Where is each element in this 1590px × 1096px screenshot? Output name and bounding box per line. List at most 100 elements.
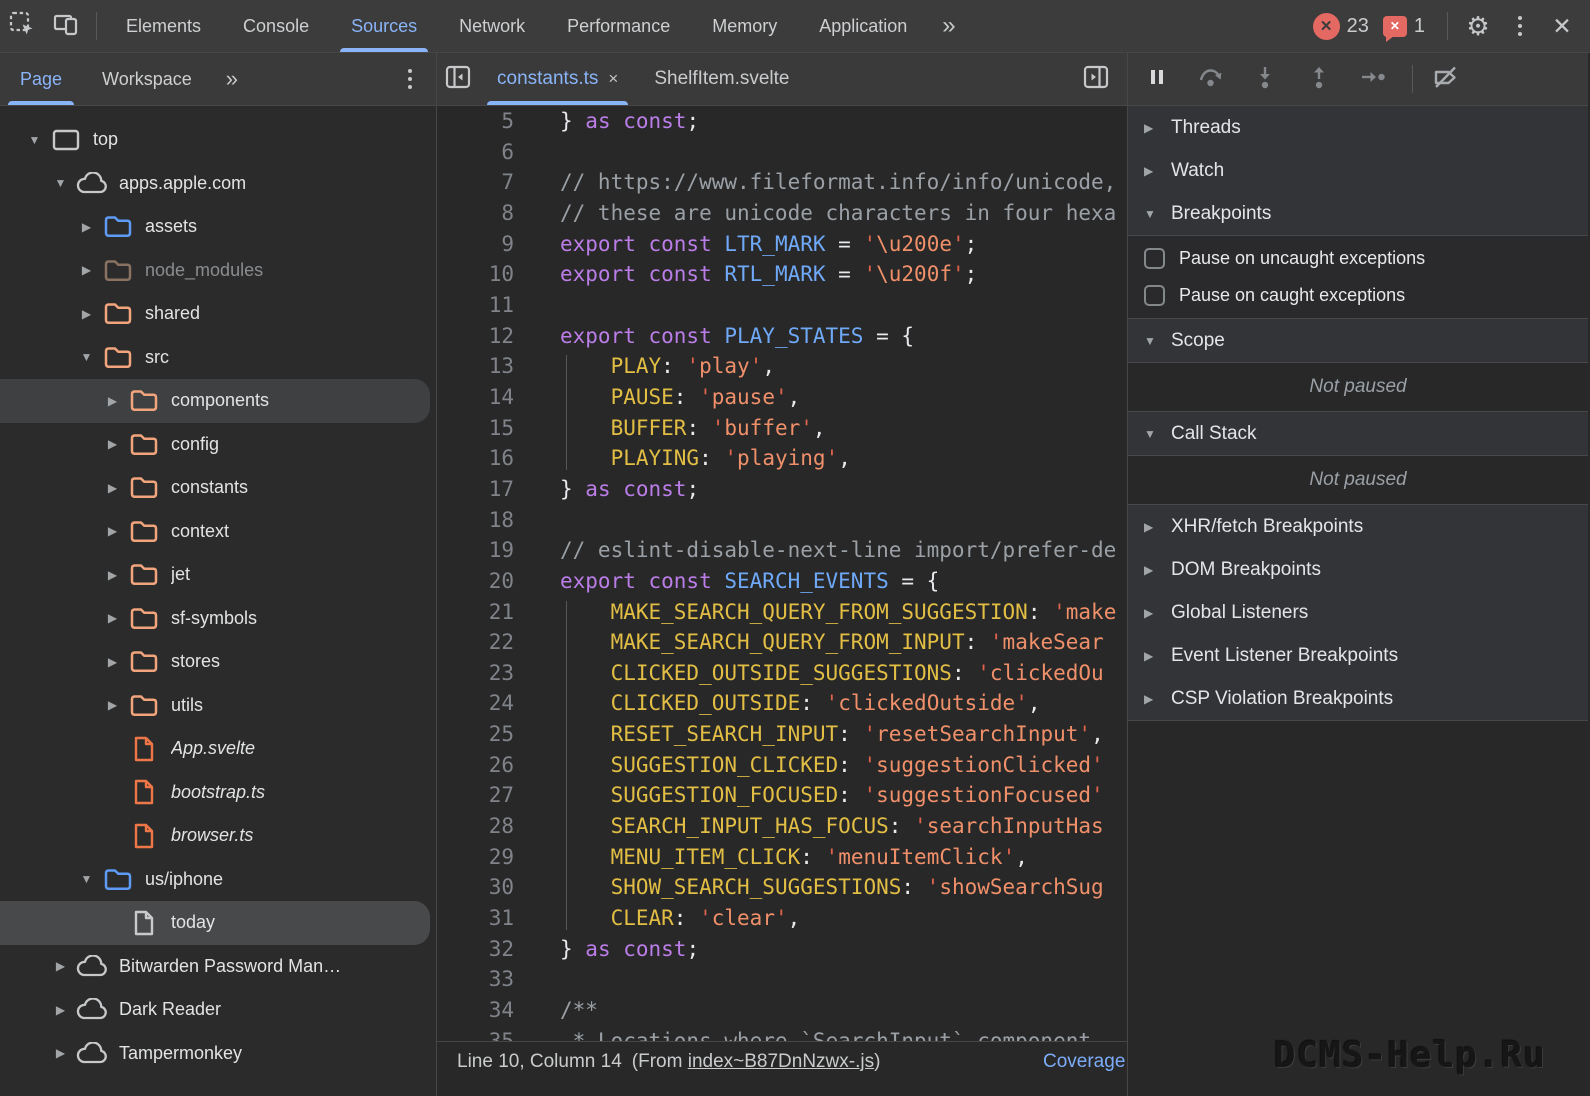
tree-caret-expanded-icon[interactable]: ▼: [74, 350, 99, 364]
navigator-tab-workspace[interactable]: Workspace: [82, 53, 212, 105]
toggle-debugger-button[interactable]: [1075, 53, 1117, 105]
line-number[interactable]: 24: [437, 688, 530, 719]
tree-caret-collapsed-icon[interactable]: ▶: [100, 437, 125, 451]
line-number[interactable]: 21: [437, 597, 530, 628]
tree-item-config[interactable]: ▶config: [0, 423, 436, 467]
tree-item-top[interactable]: ▼top: [0, 118, 436, 162]
editor-tab-constants-ts[interactable]: constants.ts×: [479, 53, 636, 105]
step-button[interactable]: [1358, 64, 1388, 94]
line-number[interactable]: 30: [437, 872, 530, 903]
tree-item-sf-symbols[interactable]: ▶sf-symbols: [0, 597, 436, 641]
step-into-button[interactable]: [1250, 64, 1280, 94]
more-panels-chevron[interactable]: »: [928, 12, 969, 40]
editor-tab-shelfitem-svelte[interactable]: ShelfItem.svelte: [636, 53, 807, 105]
tree-caret-expanded-icon[interactable]: ▼: [22, 133, 47, 147]
line-number[interactable]: 12: [437, 321, 530, 352]
line-number[interactable]: 10: [437, 259, 530, 290]
error-count[interactable]: 23: [1347, 15, 1369, 38]
section-caret-collapsed-icon[interactable]: ▶: [1144, 563, 1171, 577]
line-number[interactable]: 15: [437, 413, 530, 444]
close-tab-icon[interactable]: ×: [608, 69, 618, 89]
line-number[interactable]: 26: [437, 750, 530, 781]
debugger-section-watch[interactable]: ▶Watch: [1128, 149, 1588, 192]
checkbox-box[interactable]: [1144, 285, 1165, 306]
debugger-section-event-listener-breakpoints[interactable]: ▶Event Listener Breakpoints: [1128, 634, 1588, 677]
line-number[interactable]: 19: [437, 535, 530, 566]
line-number[interactable]: 23: [437, 658, 530, 689]
section-caret-expanded-icon[interactable]: ▼: [1144, 334, 1171, 348]
line-number[interactable]: 27: [437, 780, 530, 811]
line-number[interactable]: 33: [437, 964, 530, 995]
tree-item-stores[interactable]: ▶stores: [0, 640, 436, 684]
line-number[interactable]: 5: [437, 106, 530, 137]
tree-item-bitwarden-password-man[interactable]: ▶Bitwarden Password Man…: [0, 945, 436, 989]
line-number[interactable]: 13: [437, 351, 530, 382]
tree-item-bootstrap-ts[interactable]: bootstrap.ts: [0, 771, 436, 815]
coverage-link[interactable]: Coverage: [1043, 1051, 1127, 1073]
device-toolbar-button[interactable]: [44, 0, 88, 52]
inspect-element-button[interactable]: [0, 0, 44, 52]
section-caret-collapsed-icon[interactable]: ▶: [1144, 692, 1171, 706]
line-number[interactable]: 6: [437, 137, 530, 168]
tree-caret-collapsed-icon[interactable]: ▶: [100, 611, 125, 625]
line-number[interactable]: 11: [437, 290, 530, 321]
issue-count[interactable]: 1: [1414, 15, 1425, 38]
tree-caret-collapsed-icon[interactable]: ▶: [100, 655, 125, 669]
tree-caret-collapsed-icon[interactable]: ▶: [100, 481, 125, 495]
tree-item-utils[interactable]: ▶utils: [0, 684, 436, 728]
panel-tab-application[interactable]: Application: [798, 0, 928, 52]
line-number[interactable]: 20: [437, 566, 530, 597]
devtools-menu-button[interactable]: [1500, 0, 1540, 52]
panel-tab-performance[interactable]: Performance: [546, 0, 691, 52]
line-number[interactable]: 25: [437, 719, 530, 750]
debugger-section-xhr-fetch-breakpoints[interactable]: ▶XHR/fetch Breakpoints: [1128, 505, 1588, 548]
line-number[interactable]: 35: [437, 1026, 530, 1041]
debugger-section-threads[interactable]: ▶Threads: [1128, 106, 1588, 149]
tree-caret-collapsed-icon[interactable]: ▶: [74, 220, 99, 234]
line-number[interactable]: 34: [437, 995, 530, 1026]
debugger-section-breakpoints[interactable]: ▼Breakpoints: [1128, 192, 1588, 235]
tree-item-tampermonkey[interactable]: ▶Tampermonkey: [0, 1032, 436, 1076]
section-caret-collapsed-icon[interactable]: ▶: [1144, 121, 1171, 135]
tree-item-app-svelte[interactable]: App.svelte: [0, 727, 436, 771]
tree-caret-collapsed-icon[interactable]: ▶: [48, 1003, 73, 1017]
toggle-navigator-button[interactable]: [437, 53, 479, 105]
panel-tab-elements[interactable]: Elements: [105, 0, 222, 52]
tree-caret-collapsed-icon[interactable]: ▶: [74, 307, 99, 321]
tree-caret-expanded-icon[interactable]: ▼: [74, 872, 99, 886]
tree-item-shared[interactable]: ▶shared: [0, 292, 436, 336]
line-number[interactable]: 9: [437, 229, 530, 260]
tree-item-apps-apple-com[interactable]: ▼apps.apple.com: [0, 162, 436, 206]
navigator-more-tabs-chevron[interactable]: »: [212, 66, 252, 92]
section-caret-collapsed-icon[interactable]: ▶: [1144, 164, 1171, 178]
tree-item-src[interactable]: ▼src: [0, 336, 436, 380]
step-out-button[interactable]: [1304, 64, 1334, 94]
panel-tab-memory[interactable]: Memory: [691, 0, 798, 52]
section-caret-collapsed-icon[interactable]: ▶: [1144, 649, 1171, 663]
checkbox-pause-on-uncaught-exceptions[interactable]: Pause on uncaught exceptions: [1128, 240, 1588, 277]
tree-caret-collapsed-icon[interactable]: ▶: [48, 1046, 73, 1060]
line-number[interactable]: 29: [437, 842, 530, 873]
tree-item-today[interactable]: today: [0, 901, 430, 945]
debugger-section-global-listeners[interactable]: ▶Global Listeners: [1128, 591, 1588, 634]
line-number[interactable]: 32: [437, 934, 530, 965]
debugger-section-call-stack[interactable]: ▼Call Stack: [1128, 412, 1588, 455]
debugger-section-scope[interactable]: ▼Scope: [1128, 319, 1588, 362]
tree-item-browser-ts[interactable]: browser.ts: [0, 814, 436, 858]
line-number[interactable]: 28: [437, 811, 530, 842]
tree-item-components[interactable]: ▶components: [0, 379, 430, 423]
line-number[interactable]: 18: [437, 505, 530, 536]
debugger-section-csp-violation-breakpoints[interactable]: ▶CSP Violation Breakpoints: [1128, 677, 1588, 720]
checkbox-box[interactable]: [1144, 248, 1165, 269]
error-badge-icon[interactable]: ✕: [1313, 13, 1340, 40]
code-view[interactable]: 5} as const;67// https://www.fileformat.…: [437, 106, 1127, 1041]
tree-caret-collapsed-icon[interactable]: ▶: [100, 568, 125, 582]
section-caret-expanded-icon[interactable]: ▼: [1144, 207, 1171, 221]
line-number[interactable]: 22: [437, 627, 530, 658]
pause-button[interactable]: [1142, 64, 1172, 94]
tree-item-constants[interactable]: ▶constants: [0, 466, 436, 510]
tree-item-dark-reader[interactable]: ▶Dark Reader: [0, 988, 436, 1032]
tree-caret-collapsed-icon[interactable]: ▶: [100, 394, 125, 408]
settings-button[interactable]: ⚙: [1456, 0, 1500, 52]
line-number[interactable]: 17: [437, 474, 530, 505]
